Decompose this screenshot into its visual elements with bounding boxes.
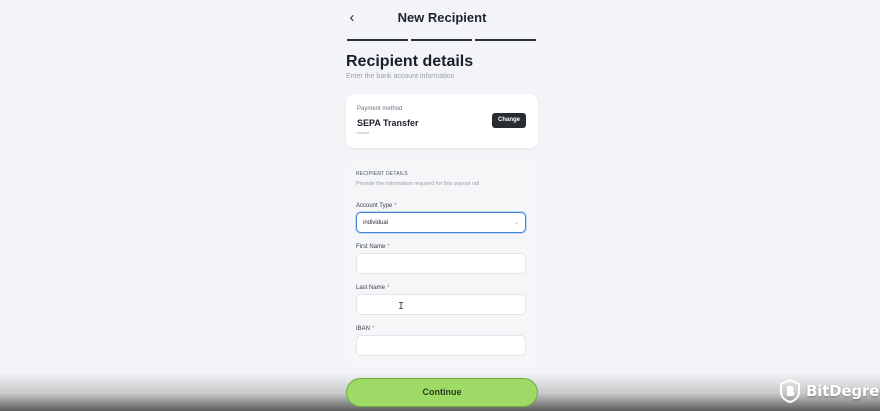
last-name-label: Last Name * <box>356 285 389 291</box>
payment-method-card: Payment method SEPA Transfer Instant Cha… <box>346 94 538 148</box>
form-heading: RECIPIENT DETAILS <box>356 171 408 177</box>
iban-label-text: IBAN <box>356 326 371 332</box>
recipient-details-form: RECIPIENT DETAILS Provide the informatio… <box>346 160 538 366</box>
change-button[interactable]: Change <box>492 113 526 128</box>
progress-step <box>347 39 408 41</box>
account-type-select[interactable]: individual ⌄ <box>356 212 526 233</box>
bitdegree-logo-text: BitDegree <box>806 382 880 400</box>
first-name-label-text: First Name <box>356 244 386 250</box>
required-marker: * <box>387 285 390 291</box>
account-type-label-text: Account Type <box>356 203 393 209</box>
form-subheading: Provide the information required for thi… <box>356 181 480 187</box>
first-name-input[interactable] <box>356 253 526 274</box>
iban-input[interactable] <box>356 335 526 356</box>
iban-label: IBAN * <box>356 326 374 332</box>
account-type-label: Account Type * <box>356 203 397 209</box>
section-title: Recipient details <box>346 53 474 70</box>
bitdegree-logo-icon <box>780 379 800 403</box>
account-type-value: individual <box>363 220 389 226</box>
continue-button[interactable]: Continue <box>346 378 538 407</box>
section-subtitle: Enter the bank account information <box>346 73 455 80</box>
last-name-input[interactable] <box>356 294 526 315</box>
last-name-label-text: Last Name <box>356 285 386 291</box>
payment-method-value: SEPA Transfer <box>357 118 419 128</box>
back-button[interactable]: ‹ <box>345 9 359 27</box>
first-name-label: First Name * <box>356 244 390 250</box>
chevron-down-icon: ⌄ <box>513 220 519 226</box>
top-bar: ‹ New Recipient <box>0 0 880 42</box>
required-marker: * <box>387 244 390 250</box>
text-cursor-icon: I <box>398 301 405 312</box>
required-marker: * <box>394 203 397 209</box>
required-marker: * <box>372 326 375 332</box>
payment-method-note: Instant <box>357 130 370 135</box>
page-title: New Recipient <box>397 10 487 25</box>
progress-step <box>475 39 536 41</box>
payment-method-label: Payment method <box>357 106 403 112</box>
bitdegree-watermark: BitDegree <box>780 379 880 403</box>
progress-steps <box>347 39 536 41</box>
progress-step <box>411 39 472 41</box>
chevron-left-icon: ‹ <box>349 9 355 26</box>
